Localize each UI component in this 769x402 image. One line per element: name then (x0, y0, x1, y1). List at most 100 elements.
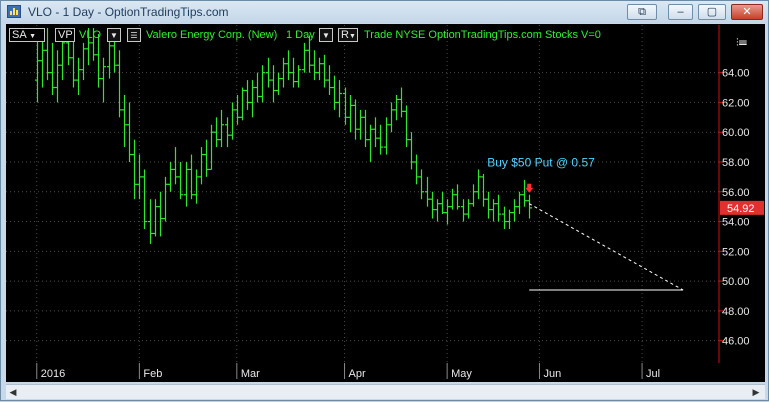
grid (6, 25, 719, 363)
time-tick-label: May (451, 368, 472, 380)
ohlc-bar (363, 109, 368, 148)
ohlc-bar (132, 139, 137, 200)
ohlc-bar (101, 57, 106, 103)
ohlc-bar (378, 124, 383, 155)
chevron-down-icon: ▼ (322, 31, 330, 40)
mode-label: R (341, 29, 349, 41)
ohlc-bar (240, 87, 245, 121)
price-tick-label: 62.00 (722, 97, 750, 109)
ohlc-bar (307, 35, 312, 73)
time-tick-label: Jul (646, 368, 660, 380)
ohlc-bar (358, 109, 363, 140)
ohlc-bar (219, 109, 224, 148)
ohlc-bar (481, 173, 486, 207)
ohlc-bar (148, 199, 153, 244)
ohlc-bar (184, 161, 189, 207)
sa-label: SA (12, 29, 27, 41)
scroll-right-icon[interactable]: ▶ (749, 386, 763, 398)
ohlc-bar (312, 50, 317, 81)
projection-trendline (528, 203, 684, 291)
ohlc-bar (291, 57, 296, 88)
ohlc-bar (245, 80, 250, 110)
interval-dropdown[interactable]: ▼ (319, 28, 333, 42)
time-scrollbar[interactable]: ◀ ▶ (6, 384, 765, 399)
ohlc-bars (35, 27, 532, 244)
symbol-label: VLO (79, 29, 102, 41)
trade-annotation: Buy $50 Put @ 0.57 (487, 155, 595, 169)
ohlc-bar (204, 139, 209, 177)
vp-button[interactable]: VP (55, 28, 75, 42)
ohlc-bar (337, 80, 342, 118)
price-tick-label: 56.00 (722, 187, 750, 199)
ohlc-bar (384, 117, 389, 155)
ohlc-bar (399, 87, 404, 118)
ohlc-bar (425, 176, 430, 207)
price-tick-label: 54.00 (722, 217, 750, 229)
price-tick-label: 60.00 (722, 127, 750, 139)
chart-settings-icon[interactable]: ⫶☰ (736, 37, 747, 50)
study-dropdown[interactable]: ☰ (127, 28, 141, 42)
ohlc-bar (163, 176, 168, 222)
chevron-down-icon: ▼ (348, 33, 356, 40)
ohlc-bar (255, 72, 260, 103)
ohlc-bar (496, 194, 501, 222)
ohlc-bar (60, 35, 65, 81)
ohlc-bar (276, 72, 281, 95)
vp-label: VP (58, 29, 73, 41)
ohlc-bar (173, 147, 178, 185)
ohlc-bar (476, 169, 481, 200)
ohlc-bar (373, 117, 378, 148)
ohlc-bar (153, 199, 158, 237)
ohlc-bar (230, 102, 235, 140)
indicator-menu-icon: ☰ (130, 31, 138, 40)
price-chart[interactable]: 46.00 48.00 50.00 52.00 54.00 56.00 58.00 60.00… (1, 1, 769, 402)
scroll-left-icon[interactable]: ◀ (6, 386, 20, 398)
time-tick-label: Mar (241, 368, 260, 380)
ohlc-bar (348, 94, 353, 133)
price-tick-label: 64.00 (722, 68, 750, 80)
ohlc-bar (419, 169, 424, 200)
symbol-dropdown[interactable]: ▼ (107, 28, 121, 42)
ohlc-bar (271, 65, 276, 103)
time-tick-label: Jun (543, 368, 561, 380)
ohlc-bar (55, 50, 60, 103)
ohlc-bar (107, 39, 112, 79)
ohlc-bar (414, 154, 419, 185)
ohlc-bar (445, 199, 450, 225)
ohlc-bar (96, 33, 101, 88)
time-tick-label: Apr (349, 368, 366, 380)
time-tick-label: 2016 (41, 368, 65, 380)
ohlc-bar (404, 105, 409, 148)
ohlc-bar (527, 194, 532, 219)
trade-info: Trade NYSE OptionTradingTips.com Stocks … (364, 29, 601, 41)
ohlc-bar (343, 87, 348, 125)
ohlc-bar (225, 117, 230, 148)
ohlc-bar (486, 191, 491, 219)
interval-label: 1 Day (286, 29, 315, 41)
ohlc-bar (317, 57, 322, 81)
sa-dropdown[interactable]: SA ▼ (9, 28, 45, 42)
mode-dropdown[interactable]: R▼ (338, 28, 358, 42)
chevron-down-icon: ▼ (29, 33, 37, 40)
price-tick-label: 58.00 (722, 157, 750, 169)
ohlc-bar (178, 161, 183, 200)
ohlc-bar (471, 184, 476, 207)
ohlc-bar (322, 54, 327, 88)
ohlc-bar (281, 57, 286, 88)
ohlc-bar (332, 75, 337, 110)
ohlc-bar (250, 80, 255, 118)
ohlc-bar (440, 191, 445, 215)
ohlc-bar (522, 179, 527, 207)
ohlc-bar (168, 161, 173, 192)
ohlc-bar (502, 206, 507, 229)
ohlc-bar (35, 35, 40, 103)
ohlc-bar (45, 27, 50, 81)
ohlc-bar (189, 154, 194, 200)
ohlc-bar (368, 124, 373, 162)
time-axis: 2016 Feb Mar Apr May Jun Jul (6, 363, 765, 382)
ohlc-bar (209, 124, 214, 171)
company-name: Valero Energy Corp. (New) (146, 29, 278, 41)
ohlc-bar (461, 199, 466, 222)
ohlc-bar (199, 147, 204, 185)
ohlc-bar (389, 102, 394, 133)
